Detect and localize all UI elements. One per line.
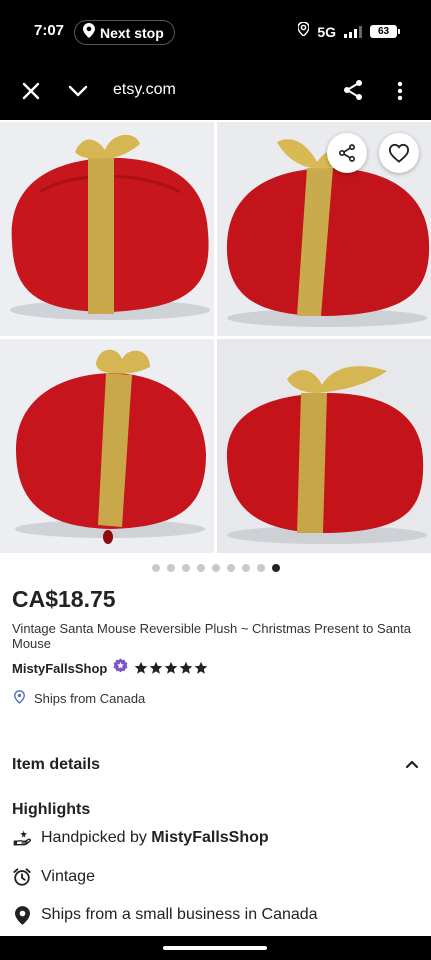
listing-page: CA$18.75 Vintage Santa Mouse Reversible … [0, 120, 431, 936]
ships-from-text: Ships from Canada [34, 691, 146, 706]
highlight-small-business: Ships from a small business in Canada [12, 905, 318, 925]
product-photo-2[interactable] [217, 122, 431, 336]
hand-picked-icon [12, 828, 32, 848]
listing-title: Vintage Santa Mouse Reversible Plush ~ C… [12, 621, 412, 651]
pagination-dot[interactable] [226, 564, 235, 572]
status-bar: 7:07 Next stop 5G 63 [0, 0, 431, 62]
small-business-text: Ships from a small business in Canada [41, 906, 318, 923]
share-listing-button[interactable] [327, 133, 367, 173]
item-details-heading: Item details [12, 756, 101, 773]
handpicked-text: Handpicked by MistyFallsShop [41, 829, 269, 847]
pagination-dot[interactable] [271, 564, 280, 572]
highlight-handpicked: Handpicked by MistyFallsShop [12, 828, 269, 848]
pagination-dot[interactable] [241, 564, 250, 572]
product-photo-4[interactable] [217, 339, 431, 553]
share-icon [337, 143, 357, 163]
location-icon [297, 21, 311, 41]
shop-name-link[interactable]: MistyFallsShop [12, 661, 107, 676]
ships-from-row: Ships from Canada [14, 690, 145, 707]
chevron-up-icon[interactable] [405, 756, 419, 774]
highlights-heading: Highlights [12, 801, 91, 818]
handpicked-prefix: Handpicked by [41, 829, 152, 846]
vintage-text: Vintage [41, 868, 95, 885]
location-pin-icon [12, 905, 32, 925]
item-details-toggle[interactable]: Item details [12, 756, 419, 774]
favorite-button[interactable] [379, 133, 419, 173]
product-photo-3[interactable] [0, 339, 214, 553]
shop-row: MistyFallsShop [12, 658, 208, 678]
pagination-dot[interactable] [166, 564, 175, 572]
rating-stars[interactable] [134, 661, 208, 675]
pagination-dot[interactable] [196, 564, 205, 572]
home-gesture-handle[interactable] [163, 946, 267, 950]
signal-icon [344, 25, 362, 38]
star-icon [150, 661, 163, 674]
browser-toolbar: etsy.com [0, 62, 431, 120]
network-label: 5G [317, 23, 336, 40]
alarm-clock-icon [12, 867, 32, 887]
star-icon [165, 661, 178, 674]
image-gallery[interactable] [0, 120, 431, 554]
star-icon [135, 661, 148, 674]
system-navigation-bar [0, 936, 431, 960]
next-stop-label: Next stop [100, 24, 164, 41]
chevron-down-icon[interactable] [66, 80, 90, 102]
share-icon[interactable] [341, 78, 365, 102]
pagination-dot[interactable] [211, 564, 220, 572]
next-stop-pill[interactable]: Next stop [74, 20, 175, 45]
product-photo-1[interactable] [0, 122, 214, 336]
close-icon[interactable] [20, 80, 42, 102]
pagination-dot[interactable] [181, 564, 190, 572]
status-time: 7:07 [34, 22, 65, 39]
star-icon [180, 661, 193, 674]
more-options-icon[interactable] [390, 80, 410, 102]
pagination-dot[interactable] [256, 564, 265, 572]
url-text[interactable]: etsy.com [113, 81, 176, 99]
status-icons: 5G 63 [297, 21, 400, 41]
location-pin-icon [83, 22, 95, 43]
battery-level: 63 [377, 26, 390, 37]
star-seller-badge-icon [113, 658, 128, 678]
location-pin-icon [14, 690, 25, 707]
listing-price: CA$18.75 [12, 586, 116, 612]
highlight-vintage: Vintage [12, 867, 95, 887]
handpicked-shop-link[interactable]: MistyFallsShop [151, 829, 268, 846]
heart-icon [388, 143, 410, 163]
pagination-dot[interactable] [151, 564, 160, 572]
star-icon [195, 661, 208, 674]
gallery-pagination [0, 564, 431, 576]
battery-icon: 63 [370, 25, 400, 38]
